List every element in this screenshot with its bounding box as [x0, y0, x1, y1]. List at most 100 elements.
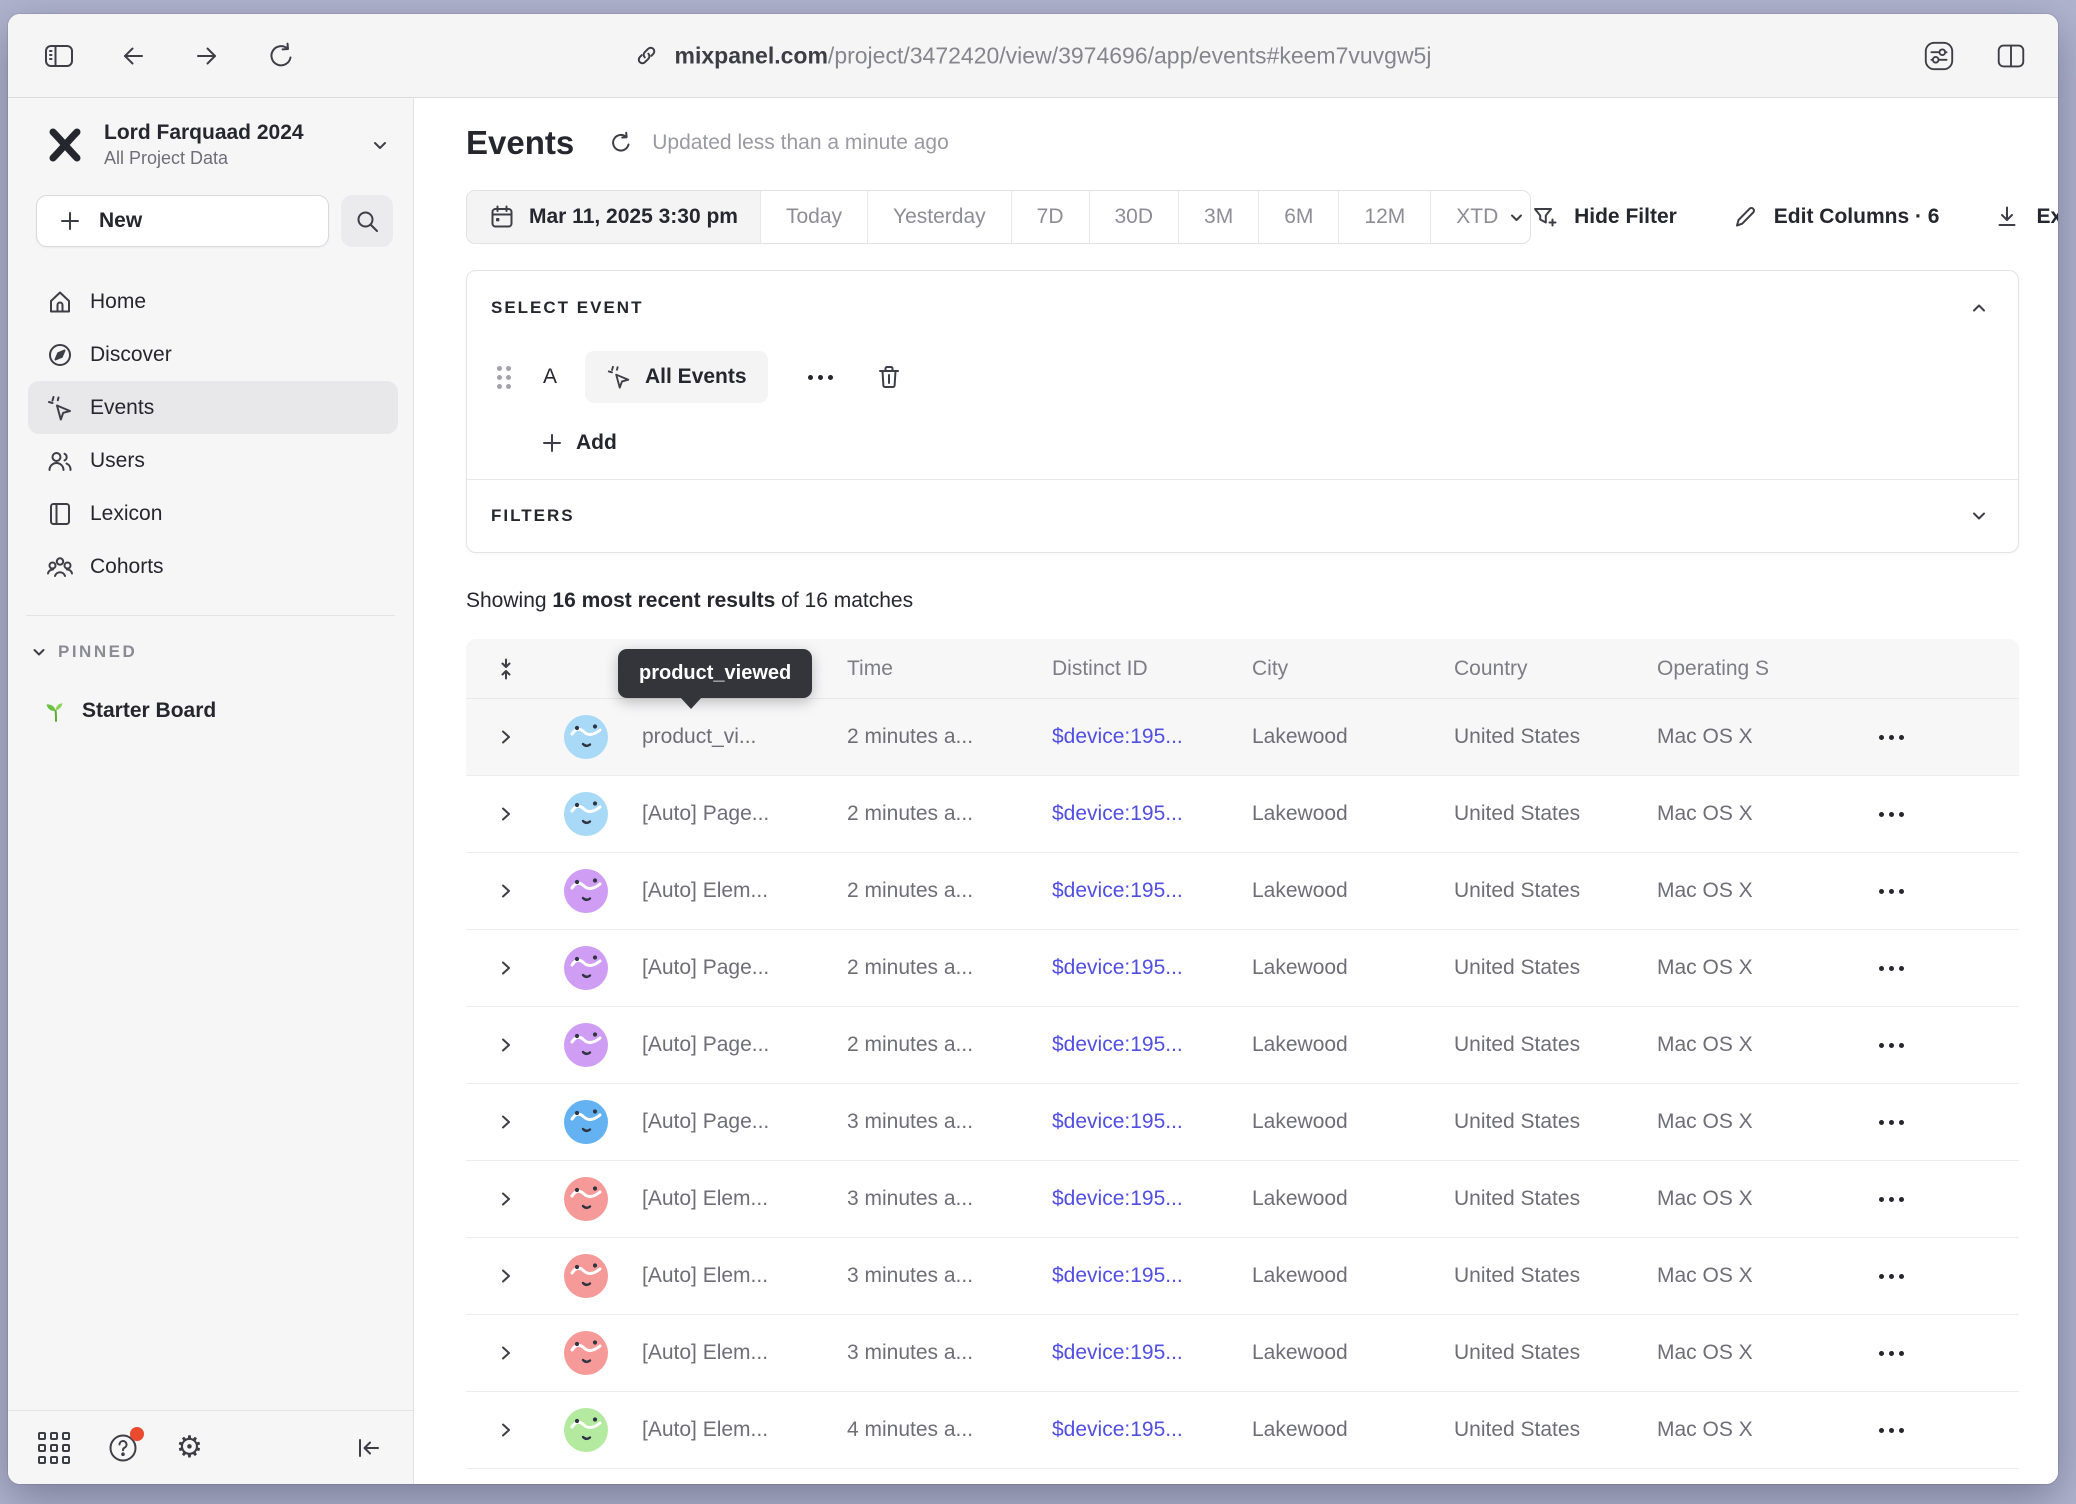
sidebar-item-label: Events: [90, 396, 154, 420]
help-icon[interactable]: [106, 1431, 140, 1465]
reload-icon[interactable]: [264, 39, 298, 73]
row-expander-chevron[interactable]: [466, 881, 546, 901]
distinct-id-link[interactable]: $device:195...: [1036, 1418, 1236, 1442]
event-name-cell[interactable]: [Auto] Page...: [626, 802, 831, 826]
sidebar-item-users[interactable]: Users: [28, 434, 398, 487]
split-view-icon[interactable]: [1994, 39, 2028, 73]
time-cell: 3 minutes a...: [831, 1341, 1036, 1365]
row-menu-button[interactable]: [1846, 1351, 1936, 1356]
export-button[interactable]: Export: [1993, 203, 2058, 231]
add-event-button[interactable]: Add: [541, 431, 617, 455]
row-expander-chevron[interactable]: [466, 804, 546, 824]
header-time[interactable]: Time: [831, 657, 1036, 681]
distinct-id-link[interactable]: $device:195...: [1036, 879, 1236, 903]
row-menu-button[interactable]: [1846, 1120, 1936, 1125]
event-options-button[interactable]: [804, 367, 837, 388]
range-6m[interactable]: 6M: [1258, 191, 1338, 243]
distinct-id-link[interactable]: $device:195...: [1036, 1264, 1236, 1288]
sidebar-item-starter-board[interactable]: Starter Board: [28, 686, 398, 736]
event-selector-button[interactable]: All Events: [585, 351, 768, 403]
refresh-icon[interactable]: [608, 130, 634, 156]
header-city[interactable]: City: [1236, 657, 1438, 681]
row-expander-chevron[interactable]: [466, 1189, 546, 1209]
search-button[interactable]: [341, 195, 393, 247]
row-menu-button[interactable]: [1846, 1197, 1936, 1202]
collapse-rows-icon[interactable]: [466, 657, 546, 681]
row-menu-button[interactable]: [1846, 812, 1936, 817]
pinned-section-toggle[interactable]: PINNED: [30, 642, 413, 662]
header-os[interactable]: Operating S: [1641, 657, 1846, 681]
row-expander-chevron[interactable]: [466, 1343, 546, 1363]
address-bar[interactable]: mixpanel.com/project/3472420/view/397469…: [635, 42, 1432, 69]
distinct-id-link[interactable]: $device:195...: [1036, 1187, 1236, 1211]
row-expander-chevron[interactable]: [466, 1266, 546, 1286]
range-30d[interactable]: 30D: [1089, 191, 1179, 243]
row-menu-button[interactable]: [1846, 1274, 1936, 1279]
event-name-cell[interactable]: [Auto] Elem...: [626, 1341, 831, 1365]
row-expander-chevron[interactable]: [466, 1112, 546, 1132]
row-expander-chevron[interactable]: [466, 1035, 546, 1055]
country-cell: United States: [1438, 802, 1641, 826]
hide-filter-button[interactable]: Hide Filter: [1531, 203, 1677, 231]
event-name-cell[interactable]: [Auto] Page...: [626, 956, 831, 980]
event-name-cell[interactable]: product_vi...: [626, 725, 831, 749]
range-today[interactable]: Today: [760, 191, 867, 243]
event-name-cell[interactable]: [Auto] Elem...: [626, 879, 831, 903]
row-expander-chevron[interactable]: [466, 1420, 546, 1440]
sidebar-item-discover[interactable]: Discover: [28, 328, 398, 381]
range-xtd[interactable]: XTD: [1430, 191, 1531, 243]
distinct-id-link[interactable]: $device:195...: [1036, 802, 1236, 826]
event-name-cell[interactable]: [Auto] Elem...: [626, 1187, 831, 1211]
apps-grid-icon[interactable]: [38, 1432, 70, 1464]
expand-section-icon[interactable]: [1968, 505, 1990, 527]
range-12m[interactable]: 12M: [1338, 191, 1430, 243]
row-expander-chevron[interactable]: [466, 727, 546, 747]
collapse-sidebar-icon[interactable]: [353, 1433, 383, 1463]
settings-gear-icon[interactable]: ⚙: [176, 1433, 203, 1463]
notification-dot: [130, 1427, 144, 1441]
header-country[interactable]: Country: [1438, 657, 1641, 681]
row-menu-button[interactable]: [1846, 735, 1936, 740]
sidebar-item-lexicon[interactable]: Lexicon: [28, 487, 398, 540]
search-icon: [354, 208, 380, 234]
delete-event-button[interactable]: [875, 363, 903, 391]
collapse-section-icon[interactable]: [1968, 297, 1990, 319]
back-icon[interactable]: [116, 39, 150, 73]
distinct-id-link[interactable]: $device:195...: [1036, 956, 1236, 980]
chevron-down-icon: [369, 134, 391, 156]
page-settings-icon[interactable]: [1922, 39, 1956, 73]
row-menu-button[interactable]: [1846, 1043, 1936, 1048]
time-cell: 2 minutes a...: [831, 802, 1036, 826]
event-name-cell[interactable]: [Auto] Page...: [626, 1110, 831, 1134]
row-menu-button[interactable]: [1846, 966, 1936, 971]
event-name-cell[interactable]: [Auto] Page...: [626, 1033, 831, 1057]
city-cell: Lakewood: [1236, 1033, 1438, 1057]
sidebar-item-events[interactable]: Events: [28, 381, 398, 434]
row-menu-button[interactable]: [1846, 1428, 1936, 1433]
new-button[interactable]: New: [36, 195, 329, 247]
header-distinct-id[interactable]: Distinct ID: [1036, 657, 1236, 681]
distinct-id-link[interactable]: $device:195...: [1036, 1110, 1236, 1134]
city-cell: Lakewood: [1236, 725, 1438, 749]
distinct-id-link[interactable]: $device:195...: [1036, 1033, 1236, 1057]
sidebar-item-cohorts[interactable]: Cohorts: [28, 540, 398, 593]
users-icon: [46, 447, 74, 475]
event-name-cell[interactable]: [Auto] Elem...: [626, 1418, 831, 1442]
time-cell: 2 minutes a...: [831, 725, 1036, 749]
date-picker-button[interactable]: Mar 11, 2025 3:30 pm: [467, 191, 760, 243]
hide-filter-label: Hide Filter: [1574, 205, 1677, 229]
distinct-id-link[interactable]: $device:195...: [1036, 725, 1236, 749]
sidebar-toggle-icon[interactable]: [42, 39, 76, 73]
drag-handle[interactable]: [497, 366, 511, 389]
select-event-label: SELECT EVENT: [491, 298, 643, 318]
range-yesterday[interactable]: Yesterday: [867, 191, 1011, 243]
project-selector[interactable]: Lord Farquaad 2024 All Project Data: [8, 120, 413, 169]
range-7d[interactable]: 7D: [1011, 191, 1089, 243]
distinct-id-link[interactable]: $device:195...: [1036, 1341, 1236, 1365]
row-expander-chevron[interactable]: [466, 958, 546, 978]
row-menu-button[interactable]: [1846, 889, 1936, 894]
range-3m[interactable]: 3M: [1178, 191, 1258, 243]
event-name-cell[interactable]: [Auto] Elem...: [626, 1264, 831, 1288]
edit-columns-button[interactable]: Edit Columns · 6: [1731, 203, 1940, 231]
sidebar-item-home[interactable]: Home: [28, 275, 398, 328]
